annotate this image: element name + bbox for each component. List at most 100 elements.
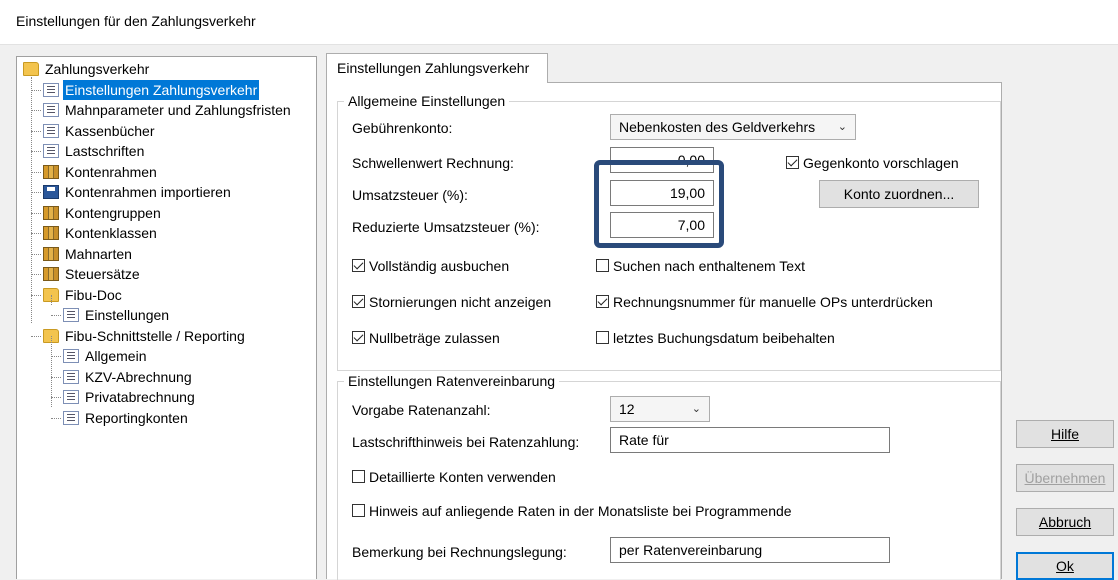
- installment-settings-title: Einstellungen Ratenvereinbarung: [344, 372, 560, 390]
- tree-item-label: Privatabrechnung: [85, 389, 195, 405]
- detailed-accounts-label: Detaillierte Konten verwenden: [369, 469, 556, 485]
- books-icon: [43, 226, 59, 240]
- tree-connector-line: [31, 77, 32, 323]
- list-icon: [43, 123, 59, 138]
- fee-account-select[interactable]: Nebenkosten des Geldverkehrs ⌄: [610, 114, 856, 140]
- list-icon: [63, 410, 79, 425]
- tree-item-label: Einstellungen Zahlungsverkehr: [63, 79, 260, 100]
- search-contained-text-label: Suchen nach enthaltenem Text: [613, 258, 805, 274]
- keep-last-posting-date-label: letztes Buchungsdatum beibehalten: [613, 330, 835, 346]
- fee-account-value: Nebenkosten des Geldverkehrs: [619, 119, 816, 135]
- tree-connector-line: [31, 335, 41, 337]
- fee-account-label: Gebührenkonto:: [352, 120, 453, 136]
- tree-item-label: Fibu-Schnittstelle / Reporting: [65, 327, 245, 344]
- tree-connector-line: [51, 335, 52, 407]
- checkbox-unchecked-icon: [596, 331, 609, 344]
- settings-panel: Allgemeine Einstellungen Gebührenkonto: …: [326, 82, 1002, 580]
- cancel-button-label: Abbruch: [1038, 514, 1092, 530]
- tree-item-label: Kontengruppen: [65, 204, 161, 221]
- tree-connector-line: [31, 294, 41, 296]
- tree-item-label: KZV-Abrechnung: [85, 368, 192, 385]
- checkbox-checked-icon: [352, 331, 365, 344]
- debit-note-label: Lastschrifthinweis bei Ratenzahlung:: [352, 434, 580, 450]
- default-installment-count-label: Vorgabe Ratenanzahl:: [352, 402, 491, 418]
- chevron-down-icon: ⌄: [691, 403, 701, 415]
- reduced-vat-label: Reduzierte Umsatzsteuer (%):: [352, 219, 540, 235]
- tree-item-label: Steuersätze: [65, 266, 140, 282]
- tree-connector-line: [51, 356, 61, 357]
- counter-account-label: Gegenkonto vorschlagen: [803, 155, 959, 171]
- checkbox-unchecked-icon: [352, 470, 365, 483]
- full-posting-label: Vollständig ausbuchen: [369, 258, 510, 274]
- tree-connector-line: [51, 417, 61, 419]
- cancel-button[interactable]: Abbruch: [1016, 508, 1114, 536]
- tree-item-label: Kontenrahmen importieren: [65, 184, 231, 200]
- checkbox-unchecked-icon: [352, 504, 365, 517]
- list-icon: [43, 82, 59, 97]
- hide-cancellations-label: Stornierungen nicht anzeigen: [369, 294, 552, 310]
- tree-connector-line: [51, 397, 61, 398]
- assign-account-button[interactable]: Konto zuordnen...: [819, 180, 979, 208]
- list-icon: [63, 390, 79, 404]
- save-icon: [43, 185, 59, 199]
- suppress-invoice-number-label: Rechnungsnummer für manuelle OPs unterdr…: [613, 294, 933, 310]
- general-settings-title: Allgemeine Einstellungen: [344, 92, 510, 110]
- tab-einstellungen-zahlungsverkehr[interactable]: Einstellungen Zahlungsverkehr: [326, 53, 548, 83]
- tree-connector-line: [31, 192, 41, 193]
- tree-connector-line: [31, 274, 41, 275]
- tree-root-label: Zahlungsverkehr: [45, 61, 150, 77]
- folder-icon: [23, 62, 39, 76]
- default-installment-count-value: 12: [619, 401, 635, 417]
- tree-item-label: Mahnarten: [65, 245, 132, 262]
- ok-button-label: Ok: [1056, 558, 1074, 574]
- chevron-down-icon: ⌄: [837, 121, 847, 133]
- books-icon: [43, 205, 59, 220]
- list-icon: [43, 103, 59, 117]
- tree-connector-line: [31, 212, 41, 214]
- checkbox-checked-icon: [352, 295, 365, 308]
- books-icon: [43, 246, 59, 261]
- books-icon: [43, 267, 59, 281]
- tree-connector-line: [31, 151, 41, 152]
- books-icon: [43, 164, 59, 179]
- tree-connector-line: [31, 171, 41, 173]
- highlight-frame: [594, 160, 724, 248]
- tab-label: Einstellungen Zahlungsverkehr: [337, 60, 530, 76]
- apply-button-label: Übernehmen: [1024, 470, 1106, 486]
- default-installment-count-select[interactable]: 12 ⌄: [610, 396, 710, 422]
- tree-item-label: Fibu-Doc: [65, 286, 122, 303]
- navigation-tree[interactable]: Zahlungsverkehr Einstellungen Zahlungsve…: [16, 56, 317, 579]
- tree-item-label: Reportingkonten: [85, 409, 188, 426]
- tree-connector-line: [31, 253, 41, 255]
- help-button-label: Hilfe: [1050, 426, 1079, 442]
- invoice-remark-input[interactable]: per Ratenvereinbarung: [610, 537, 890, 563]
- tree-item-label: Kontenrahmen: [65, 163, 157, 180]
- window-title: Einstellungen für den Zahlungsverkehr: [16, 13, 256, 29]
- list-icon: [63, 369, 79, 384]
- vat-label: Umsatzsteuer (%):: [352, 187, 468, 203]
- list-icon: [43, 144, 59, 158]
- tree-connector-line: [31, 130, 41, 132]
- installment-notice-label: Hinweis auf anliegende Raten in der Mona…: [369, 503, 792, 519]
- title-bar: Einstellungen für den Zahlungsverkehr: [0, 0, 1118, 45]
- tree-connector-line: [31, 110, 41, 111]
- ok-button[interactable]: Ok: [1016, 552, 1114, 580]
- checkbox-unchecked-icon: [596, 259, 609, 272]
- tree-connector-line: [31, 89, 41, 91]
- tree-connector-line: [51, 376, 61, 378]
- help-button[interactable]: Hilfe: [1016, 420, 1114, 448]
- tree-item-label: Kassenbücher: [65, 122, 155, 139]
- tree-item-label: Lastschriften: [65, 143, 145, 159]
- tree-item-label: Einstellungen: [85, 307, 170, 323]
- debit-note-input[interactable]: Rate für: [610, 427, 890, 453]
- tree-connector-line: [51, 294, 52, 305]
- checkbox-checked-icon: [786, 156, 799, 169]
- tree-item-label: Mahnparameter und Zahlungsfristen: [65, 102, 291, 118]
- list-icon: [63, 308, 79, 322]
- checkbox-checked-icon: [352, 259, 365, 272]
- allow-zero-amounts-label: Nullbeträge zulassen: [369, 330, 500, 346]
- tree-item-label: Allgemein: [85, 348, 147, 364]
- apply-button[interactable]: Übernehmen: [1016, 464, 1114, 492]
- checkbox-checked-icon: [596, 295, 609, 308]
- threshold-label: Schwellenwert Rechnung:: [352, 155, 514, 171]
